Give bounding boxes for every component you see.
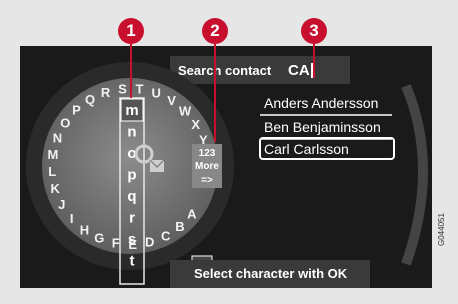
callout-1: 1 — [118, 18, 144, 44]
callout-3-leader — [313, 44, 315, 78]
search-title: Search contact — [178, 63, 272, 78]
figure-code: G044051 — [437, 213, 446, 246]
wheel-letter-w[interactable]: W — [179, 104, 192, 119]
wheel-letter-d[interactable]: D — [145, 235, 154, 250]
wheel-letter-g[interactable]: G — [94, 231, 104, 246]
strip-letter-t[interactable]: t — [130, 253, 135, 270]
strip-letter-s[interactable]: s — [128, 231, 136, 248]
contact-item-selected[interactable]: Carl Carlsson — [264, 141, 349, 157]
wheel-letter-x[interactable]: X — [191, 117, 200, 132]
strip-letter-q[interactable]: q — [127, 188, 136, 205]
wheel-letter-h[interactable]: H — [80, 222, 89, 237]
wheel-letter-f[interactable]: F — [112, 236, 120, 251]
wheel-letter-r[interactable]: R — [101, 85, 111, 100]
wheel-letter-p[interactable]: P — [72, 102, 81, 117]
callout-1-leader — [130, 44, 132, 98]
strip-letter-m[interactable]: m — [125, 102, 138, 119]
strip-letter-n[interactable]: n — [127, 124, 136, 141]
wheel-letter-j[interactable]: J — [58, 197, 65, 212]
search-input[interactable]: CA — [288, 62, 310, 79]
wheel-letter-u[interactable]: U — [152, 86, 161, 101]
more-button-line1: 123 — [199, 148, 216, 159]
wheel-letter-o[interactable]: O — [60, 115, 70, 130]
contact-item[interactable]: Anders Andersson — [264, 95, 378, 111]
wheel-letter-k[interactable]: K — [51, 181, 61, 196]
wheel-letter-b[interactable]: B — [175, 219, 184, 234]
wheel-letter-m[interactable]: M — [47, 147, 58, 162]
infotainment-screen: TUVWXYZSRQPONMLKJIHGFEDCBA A mnopqrst 12… — [20, 46, 432, 288]
wheel-letter-v[interactable]: V — [167, 93, 176, 108]
screen-graphics: TUVWXYZSRQPONMLKJIHGFEDCBA A mnopqrst 12… — [26, 56, 428, 288]
more-button-line3: => — [201, 175, 213, 186]
callout-2: 2 — [202, 18, 228, 44]
right-arc-decoration — [401, 84, 428, 266]
strip-letter-p[interactable]: p — [127, 167, 136, 184]
wheel-letter-a[interactable]: A — [187, 207, 197, 222]
callout-3: 3 — [301, 18, 327, 44]
wheel-letter-t[interactable]: T — [136, 82, 144, 97]
strip-letter-r[interactable]: r — [129, 210, 135, 227]
more-button-line2: More — [195, 161, 219, 172]
wheel-letter-l[interactable]: L — [48, 164, 56, 179]
callout-2-leader — [214, 44, 216, 142]
wheel-letter-q[interactable]: Q — [85, 92, 95, 107]
wheel-letter-i[interactable]: I — [70, 211, 74, 226]
wheel-letter-n[interactable]: N — [53, 131, 62, 146]
status-text: Select character with OK — [194, 266, 348, 281]
wheel-letter-c[interactable]: C — [161, 228, 171, 243]
figure: 1 2 3 TUVWXYZSRQPONMLKJIHGFEDCBA A — [0, 0, 458, 304]
wheel-letter-s[interactable]: S — [118, 81, 127, 96]
contact-item[interactable]: Ben Benjaminsson — [264, 119, 381, 135]
